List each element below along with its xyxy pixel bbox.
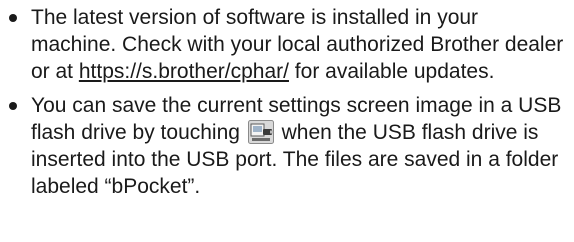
usb-save-screen-icon	[247, 120, 274, 144]
bullet-icon	[9, 102, 17, 110]
bullet-icon	[9, 14, 17, 22]
list-item-save-screen: You can save the current settings screen…	[0, 92, 574, 200]
item-text-after: for available updates.	[288, 60, 495, 83]
bullet-list: The latest version of software is instal…	[0, 0, 574, 200]
brother-support-link[interactable]: https://s.brother/cphar/	[79, 60, 289, 83]
list-item-software-version: The latest version of software is instal…	[0, 4, 574, 85]
